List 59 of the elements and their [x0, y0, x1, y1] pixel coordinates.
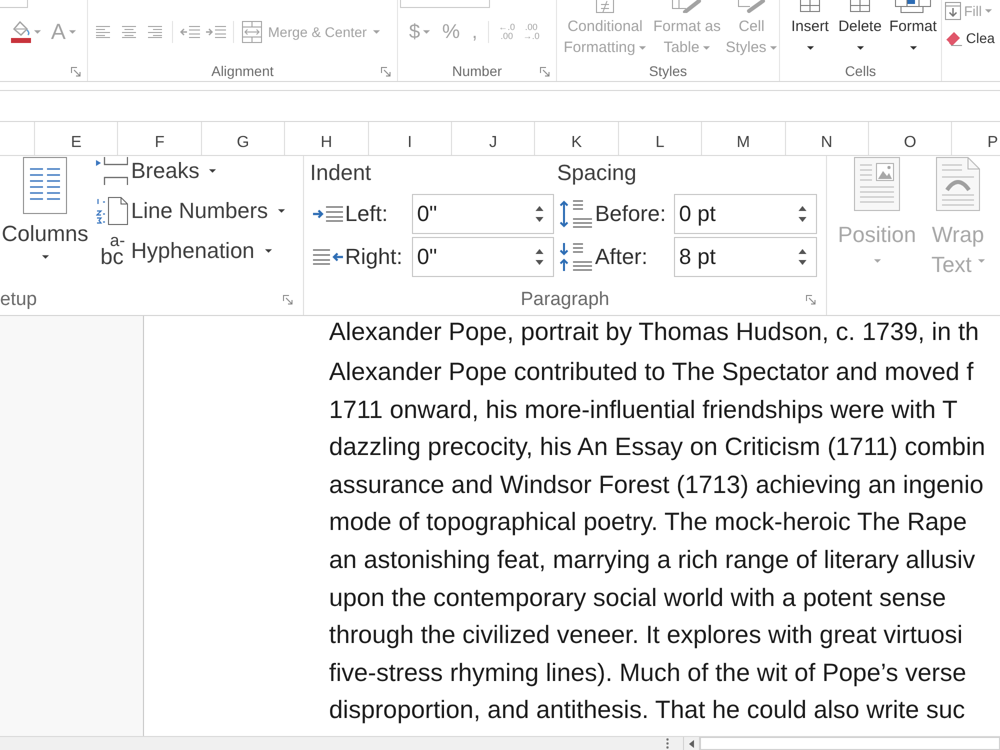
delete-button[interactable]: Delete [835, 0, 885, 62]
align-right-icon [148, 26, 162, 38]
spacing-after-icon [559, 242, 592, 272]
left-indent-field[interactable]: 0" [412, 194, 554, 234]
not-equal-grid-icon [596, 0, 614, 13]
font-size-field[interactable] [0, 0, 28, 8]
field-label: After: [595, 244, 649, 270]
insert-button[interactable]: Insert [788, 0, 832, 62]
group-label: Paragraph [520, 289, 610, 311]
section-heading: Indent [310, 159, 372, 187]
group-label: Styles [648, 62, 688, 81]
clear-button[interactable]: Clea [945, 28, 1000, 48]
breaks-button[interactable]: Breaks [96, 156, 285, 186]
line-numbers-button[interactable]: Line Numbers [96, 196, 285, 226]
columns-button[interactable]: Columns [0, 156, 90, 285]
number-format-field[interactable] [400, 0, 490, 8]
merge-cells-icon [242, 21, 262, 43]
group-label: etup [0, 289, 37, 311]
right-indent-field[interactable]: 0" [412, 236, 554, 276]
group-label: Cells [844, 62, 876, 81]
split-handle-icon[interactable] [666, 738, 669, 749]
spacing-after-field[interactable]: 8 pt [674, 236, 817, 276]
spacing-before-field[interactable]: 0 pt [674, 194, 817, 234]
field-label: Left: [345, 200, 389, 226]
group-label: Number [452, 62, 502, 81]
increase-indent-icon [206, 26, 226, 38]
align-left-icon [96, 26, 110, 38]
hyphenation-icon: a- bc [96, 232, 128, 270]
page-break-icon [96, 157, 128, 185]
body-paragraph: Alexander Pope contributed to The Spectator and moved f 1711 onward, his more-influential friendships were with T dazzling precocity, his An Essay on Criticism (1711) combin assurance and Windsor Forest (1713) achieving an ingenio mode of topographical poetry. The mock-heroic The Rape an astonishing feat, marrying a rich range of literary allusiv upon the contemporary social world with a potent sense through the civilized veneer. It explores with great virtuosi five-stress rhyming lines). Much of the wit of Pope’s verse disproportion, and antithesis. That he could also write suc [329, 357, 986, 726]
decrease-indent-icon [180, 26, 200, 38]
dialog-launcher-icon[interactable] [381, 66, 391, 76]
paint-bucket-icon [11, 21, 31, 43]
numbered-page-icon [96, 197, 128, 225]
formula-bar-field[interactable] [0, 90, 1000, 122]
field-label: Before: [595, 200, 667, 226]
indent-right-icon [313, 248, 343, 264]
dialog-launcher-icon[interactable] [283, 295, 293, 305]
field-label: Right: [345, 244, 404, 270]
left-triangle-icon [689, 740, 694, 748]
format-button[interactable]: Format [888, 0, 938, 62]
grid-icon [850, 0, 870, 12]
horizontal-scrollbar[interactable] [700, 737, 1000, 750]
dialog-launcher-icon[interactable] [806, 295, 816, 305]
align-center-icon [122, 26, 136, 38]
eraser-icon [945, 30, 963, 46]
image-caption: Alexander Pope, portrait by Thomas Hudson, c. 1739, in th [329, 318, 980, 347]
grid-icon [800, 0, 820, 12]
dialog-launcher-icon[interactable] [71, 66, 81, 76]
table-brush-icon [672, 0, 702, 13]
group-label: Alignment [211, 62, 274, 81]
dialog-launcher-icon[interactable] [540, 66, 550, 76]
column-header[interactable]: P [952, 122, 1000, 155]
fill-down-icon [945, 2, 961, 20]
brush-icon [738, 0, 766, 13]
grid-icon [895, 0, 931, 13]
indent-left-icon [313, 206, 343, 222]
section-heading: Spacing [557, 159, 638, 187]
spacing-before-icon [559, 198, 592, 228]
